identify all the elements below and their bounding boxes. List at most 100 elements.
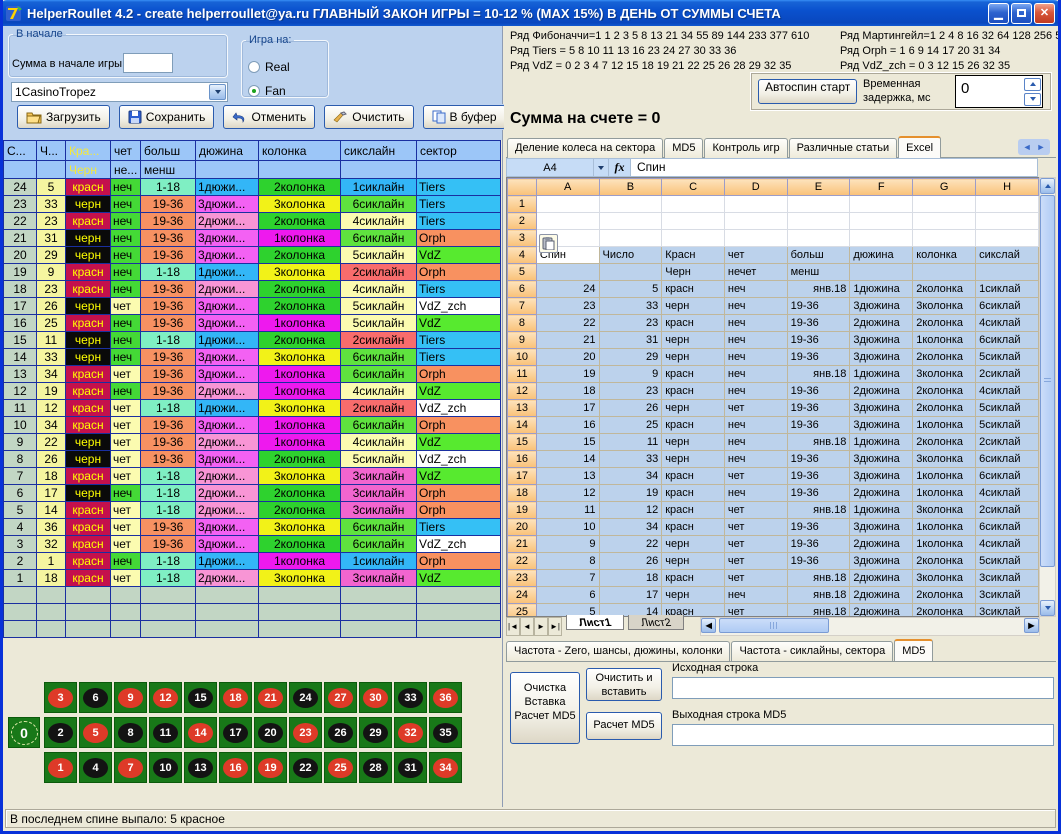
roulette-number-21[interactable]: 21 [254,682,287,713]
scroll-left-button[interactable]: ◄ [701,618,716,633]
tab-md5[interactable]: MD5 [664,138,703,158]
excel-cell-D7[interactable]: неч [724,298,787,315]
excel-cell-H5[interactable] [976,264,1039,281]
excel-cell-H7[interactable]: 6сиклай [976,298,1039,315]
md5-output-field[interactable] [672,724,1054,746]
cell-name-box[interactable]: A4 [506,158,594,177]
excel-cell-D5[interactable]: нечет [724,264,787,281]
excel-cell-B6[interactable]: 5 [599,281,662,298]
excel-cell-C18[interactable]: красн [662,485,725,502]
roulette-number-7[interactable]: 7 [114,752,147,783]
spin-down-button[interactable] [1024,93,1041,106]
excel-cell-G13[interactable]: 2колонка [913,400,976,417]
excel-row-header-25[interactable]: 25 [508,604,537,618]
excel-cell-D21[interactable]: чет [724,536,787,553]
excel-cell-E16[interactable]: 19-36 [787,451,850,468]
excel-cell-H19[interactable]: 2сиклай [976,502,1039,519]
excel-cell-E8[interactable]: 19-36 [787,315,850,332]
excel-row-header-12[interactable]: 12 [508,383,537,400]
roulette-number-30[interactable]: 30 [359,682,392,713]
excel-cell-D11[interactable]: неч [724,366,787,383]
excel-cell-F23[interactable]: 2дюжина [850,570,913,587]
roulette-number-31[interactable]: 31 [394,752,427,783]
excel-cell-E22[interactable]: 19-36 [787,553,850,570]
excel-row-header-13[interactable]: 13 [508,400,537,417]
excel-column-header-G[interactable]: G [913,179,976,196]
excel-cell-B22[interactable]: 26 [599,553,662,570]
excel-cell-D4[interactable]: чет [724,247,787,264]
excel-cell-G17[interactable]: 1колонка [913,468,976,485]
roulette-number-15[interactable]: 15 [184,682,217,713]
excel-cell-E10[interactable]: 19-36 [787,349,850,366]
excel-cell-F9[interactable]: 3дюжина [850,332,913,349]
excel-cell-E7[interactable]: 19-36 [787,298,850,315]
excel-cell-G25[interactable]: 2колонка [913,604,976,618]
excel-cell-A5[interactable] [536,264,599,281]
excel-cell-C15[interactable]: черн [662,434,725,451]
excel-cell-C23[interactable]: красн [662,570,725,587]
excel-row-header-17[interactable]: 17 [508,468,537,485]
excel-corner-cell[interactable] [508,179,537,196]
roulette-number-3[interactable]: 3 [44,682,77,713]
excel-cell-G5[interactable] [913,264,976,281]
excel-cell-B15[interactable]: 11 [599,434,662,451]
excel-vertical-scrollbar[interactable] [1039,177,1056,617]
excel-cell-A18[interactable]: 12 [536,485,599,502]
excel-cell-A24[interactable]: 6 [536,587,599,604]
excel-cell-F25[interactable]: 2дюжина [850,604,913,618]
excel-cell-D12[interactable]: неч [724,383,787,400]
excel-cell-A1[interactable] [536,196,599,213]
load-button[interactable]: Загрузить [17,105,110,129]
excel-cell-C9[interactable]: черн [662,332,725,349]
excel-cell-A9[interactable]: 21 [536,332,599,349]
excel-row-header-14[interactable]: 14 [508,417,537,434]
excel-cell-G8[interactable]: 2колонка [913,315,976,332]
excel-cell-E25[interactable]: янв.18 [787,604,850,618]
excel-cell-E9[interactable]: 19-36 [787,332,850,349]
excel-cell-C24[interactable]: черн [662,587,725,604]
excel-cell-E23[interactable]: янв.18 [787,570,850,587]
roulette-number-36[interactable]: 36 [429,682,462,713]
excel-cell-H3[interactable] [976,230,1039,247]
excel-cell-G24[interactable]: 2колонка [913,587,976,604]
excel-cell-H14[interactable]: 5сиклай [976,417,1039,434]
roulette-number-23[interactable]: 23 [289,717,322,748]
casino-select[interactable]: 1CasinoTropez [11,82,228,102]
excel-cell-F14[interactable]: 3дюжина [850,417,913,434]
roulette-zero[interactable]: 0 [8,717,40,748]
excel-cell-F20[interactable]: 3дюжина [850,519,913,536]
excel-cell-E5[interactable]: менш [787,264,850,281]
excel-row-header-6[interactable]: 6 [508,281,537,298]
excel-cell-F16[interactable]: 3дюжина [850,451,913,468]
excel-cell-F12[interactable]: 2дюжина [850,383,913,400]
excel-row-header-4[interactable]: 4 [508,247,537,264]
roulette-number-1[interactable]: 1 [44,752,77,783]
roulette-number-22[interactable]: 22 [289,752,322,783]
excel-cell-C17[interactable]: красн [662,468,725,485]
excel-cell-H10[interactable]: 5сиклай [976,349,1039,366]
excel-cell-A6[interactable]: 24 [536,281,599,298]
clear-button[interactable]: Очистить [324,105,413,129]
spin-up-button[interactable] [1024,78,1041,91]
excel-cell-E14[interactable]: 19-36 [787,417,850,434]
excel-cell-D2[interactable] [724,213,787,230]
excel-cell-B16[interactable]: 33 [599,451,662,468]
roulette-number-9[interactable]: 9 [114,682,147,713]
excel-cell-B1[interactable] [599,196,662,213]
excel-cell-B23[interactable]: 18 [599,570,662,587]
roulette-number-17[interactable]: 17 [219,717,252,748]
excel-cell-A12[interactable]: 18 [536,383,599,400]
excel-cell-G11[interactable]: 3колонка [913,366,976,383]
excel-row-header-22[interactable]: 22 [508,553,537,570]
roulette-number-35[interactable]: 35 [429,717,462,748]
minimize-button[interactable]: ▁ [988,3,1009,24]
excel-column-header-E[interactable]: E [787,179,850,196]
close-button[interactable]: ✕ [1034,3,1055,24]
excel-row-header-18[interactable]: 18 [508,485,537,502]
excel-cell-G7[interactable]: 3колонка [913,298,976,315]
title-bar[interactable]: HelperRoullet 4.2 - create helperroullet… [0,0,1061,26]
excel-cell-B19[interactable]: 12 [599,502,662,519]
excel-cell-D24[interactable]: неч [724,587,787,604]
md5-clear-and-paste-button[interactable]: Очистить и вставить [586,668,662,701]
excel-cell-A10[interactable]: 20 [536,349,599,366]
